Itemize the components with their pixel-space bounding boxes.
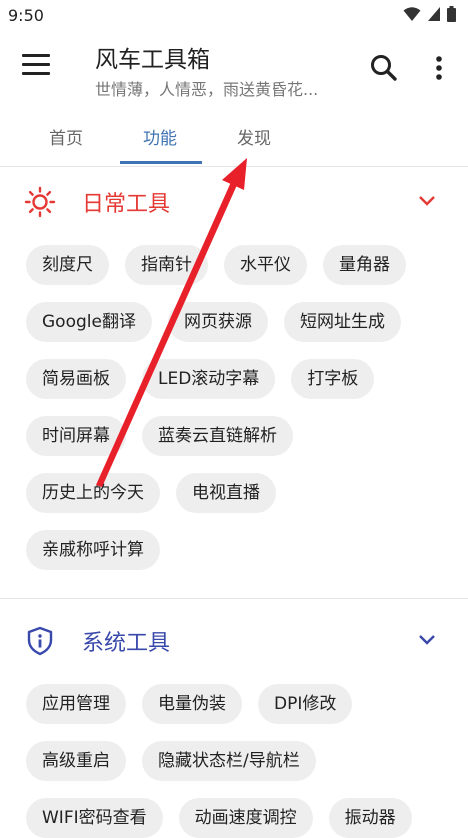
chip-row: 刻度尺 指南针 水平仪 量角器 [26, 245, 406, 285]
chip-row: 高级重启 隐藏状态栏/导航栏 [26, 741, 316, 781]
chip-row: WIFI密码查看 动画速度调控 振动器 [26, 798, 412, 838]
tool-chip-app-manager[interactable]: 应用管理 [26, 684, 126, 724]
section-divider [0, 598, 468, 599]
signal-icon [428, 7, 440, 21]
tool-chip-google-translate[interactable]: Google翻译 [26, 302, 152, 342]
tab-functions[interactable]: 功能 [143, 124, 177, 149]
active-tab-indicator [120, 161, 202, 164]
tool-chip-vibrator[interactable]: 振动器 [328, 798, 412, 838]
tool-chip-animation-speed[interactable]: 动画速度调控 [178, 798, 313, 838]
search-icon[interactable] [368, 52, 400, 84]
shield-info-icon [27, 626, 53, 656]
tool-chip-webpage-source[interactable]: 网页获源 [167, 302, 268, 342]
wifi-icon [403, 7, 421, 21]
tool-chip-hide-bars[interactable]: 隐藏状态栏/导航栏 [142, 741, 316, 781]
status-time: 9:50 [8, 6, 44, 25]
tool-chip-lanzou-parser[interactable]: 蓝奏云直链解析 [142, 416, 293, 456]
chip-row: 时间屏幕 蓝奏云直链解析 [26, 416, 293, 456]
tool-chip-ruler[interactable]: 刻度尺 [26, 245, 109, 285]
tab-bar: 首页 功能 发现 [0, 108, 468, 167]
battery-icon [447, 6, 456, 22]
section-title-daily-tools: 日常工具 [82, 192, 171, 217]
tool-chip-dpi-modify[interactable]: DPI修改 [258, 684, 353, 724]
app-subtitle: 世情薄，人情恶，雨送黄昏花... [95, 80, 319, 99]
tool-chip-tv-live[interactable]: 电视直播 [176, 473, 276, 513]
tool-chip-time-screen[interactable]: 时间屏幕 [26, 416, 126, 456]
section-header-daily-tools[interactable]: 日常工具 [0, 172, 468, 232]
chevron-down-icon[interactable] [418, 633, 436, 647]
tab-discover[interactable]: 发现 [237, 124, 271, 149]
section-title-system-tools: 系统工具 [82, 631, 171, 656]
tool-chip-sketchpad[interactable]: 简易画板 [26, 359, 126, 399]
chip-row: 亲戚称呼计算 [26, 530, 160, 570]
tool-chip-battery-spoof[interactable]: 电量伪装 [142, 684, 242, 724]
section-header-system-tools[interactable]: 系统工具 [0, 611, 468, 671]
chip-row: 简易画板 LED滚动字幕 打字板 [26, 359, 375, 399]
chip-row: Google翻译 网页获源 短网址生成 [26, 302, 401, 342]
hamburger-menu-icon[interactable] [22, 54, 50, 80]
tool-chip-history-today[interactable]: 历史上的今天 [26, 473, 160, 513]
chip-row: 应用管理 电量伪装 DPI修改 [26, 684, 353, 724]
tool-chip-wifi-password[interactable]: WIFI密码查看 [26, 798, 163, 838]
tool-chip-advanced-reboot[interactable]: 高级重启 [26, 741, 126, 781]
app-bar: 风车工具箱 世情薄，人情恶，雨送黄昏花... [0, 34, 468, 106]
sun-icon [24, 186, 56, 218]
tool-chip-led-marquee[interactable]: LED滚动字幕 [142, 359, 276, 399]
tool-chip-protractor[interactable]: 量角器 [323, 245, 406, 285]
app-title: 风车工具箱 [95, 47, 210, 73]
status-icons [403, 6, 456, 22]
tool-chip-compass[interactable]: 指南针 [125, 245, 208, 285]
tool-chip-typing-board[interactable]: 打字板 [291, 359, 375, 399]
chip-row: 历史上的今天 电视直播 [26, 473, 276, 513]
chevron-down-icon[interactable] [418, 194, 436, 208]
tab-home[interactable]: 首页 [49, 124, 83, 149]
status-bar: 9:50 [0, 0, 468, 34]
more-vertical-icon[interactable] [426, 52, 452, 84]
tool-chip-short-url[interactable]: 短网址生成 [283, 302, 401, 342]
tool-chip-relative-calculator[interactable]: 亲戚称呼计算 [26, 530, 160, 570]
tool-chip-level[interactable]: 水平仪 [224, 245, 307, 285]
